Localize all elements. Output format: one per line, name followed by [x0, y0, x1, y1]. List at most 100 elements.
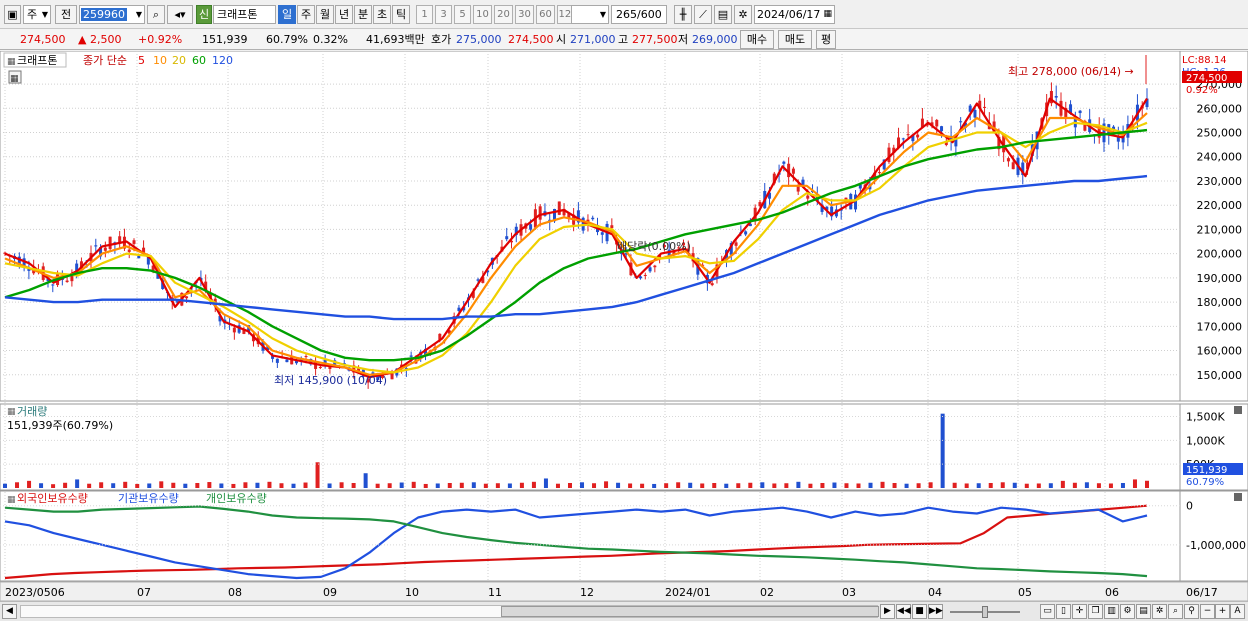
- tab-period-4[interactable]: 분: [354, 5, 372, 24]
- period-type-select[interactable]: 주 ▼: [23, 5, 51, 24]
- tab-period-1[interactable]: 주: [297, 5, 315, 24]
- tab-period-6[interactable]: 틱: [392, 5, 410, 24]
- interval-select[interactable]: ▼: [571, 5, 609, 24]
- chart-icon[interactable]: ▥: [1104, 604, 1119, 619]
- copy-icon[interactable]: ❐: [1088, 604, 1103, 619]
- layout-icon[interactable]: ▭: [1040, 604, 1055, 619]
- candle-body: [653, 265, 657, 268]
- volume-bar: [688, 482, 693, 488]
- tool-icon[interactable]: ⚙: [1120, 604, 1135, 619]
- candle-body: [734, 242, 738, 246]
- settings-icon[interactable]: ✲: [1152, 604, 1167, 619]
- volume-bar: [1132, 479, 1137, 488]
- volume-bar: [483, 483, 488, 488]
- eval-button[interactable]: 평: [816, 30, 836, 49]
- price-tick-label: 150,000: [1197, 369, 1243, 382]
- candle-body: [65, 280, 69, 283]
- current-price-tag-text: 274,500: [1186, 73, 1227, 84]
- candle-body: [94, 245, 98, 247]
- scroll-track[interactable]: [20, 605, 879, 618]
- volume-bar: [832, 482, 837, 488]
- tab-period-0[interactable]: 일: [278, 5, 296, 24]
- volume-bar: [447, 482, 452, 488]
- tick-button-60[interactable]: 60: [536, 5, 555, 24]
- volume-ratio: 60.79%: [266, 33, 308, 46]
- candle-body: [600, 232, 604, 235]
- low-price: 269,000: [692, 33, 738, 46]
- scroll-left-icon[interactable]: ◀: [2, 604, 17, 619]
- volume-bar: [640, 483, 645, 488]
- holding-close-icon[interactable]: [1234, 493, 1242, 501]
- date-field[interactable]: 2024/06/17 ▦: [754, 5, 835, 24]
- stock-name-field[interactable]: 크래프톤: [213, 5, 276, 24]
- tab-period-5[interactable]: 초: [373, 5, 391, 24]
- volume-bar: [1120, 482, 1125, 488]
- volume-bar: [976, 483, 981, 488]
- tick-button-30[interactable]: 30: [515, 5, 534, 24]
- tick-button-20[interactable]: 20: [494, 5, 513, 24]
- volume-bar: [303, 482, 308, 488]
- volume-bar: [1000, 482, 1005, 488]
- volume-bar: [580, 482, 585, 488]
- tab-period-3[interactable]: 년: [335, 5, 353, 24]
- tick-button-5[interactable]: 5: [454, 5, 471, 24]
- volume-bar: [1108, 483, 1113, 488]
- rewind-icon[interactable]: ◀◀: [896, 604, 911, 619]
- zoom-in-icon[interactable]: +: [1215, 604, 1230, 619]
- volume-bar: [1072, 482, 1077, 488]
- gear-icon[interactable]: ✲: [734, 5, 752, 24]
- volume-legend-icon: ▦: [7, 407, 16, 417]
- chart-toolbar: ▣ 주 ▼ 전 259960 ▼ ⌕ ◂▾ 신 크래프톤 일주월년분초틱 1 3 5 10…: [0, 0, 1248, 29]
- font-size-icon[interactable]: A: [1230, 604, 1245, 619]
- price-change: ▲ 2,500: [78, 33, 122, 46]
- tab-period-2[interactable]: 월: [316, 5, 334, 24]
- legend-grid-icon: ▦: [7, 57, 16, 67]
- change-tag: 0.92%: [1186, 85, 1218, 96]
- candle-body: [648, 267, 652, 272]
- x-axis-label: 10: [405, 586, 419, 599]
- candle-body: [1011, 162, 1015, 170]
- scroll-right-icon[interactable]: ▶: [880, 604, 895, 619]
- speaker-icon[interactable]: ◂▾: [167, 5, 193, 24]
- mode-button[interactable]: 전: [55, 5, 77, 24]
- volume-bar: [772, 483, 777, 488]
- scroll-thumb[interactable]: [501, 606, 879, 617]
- window-icon[interactable]: ▣: [4, 5, 21, 24]
- forward-icon[interactable]: ▶▶: [928, 604, 943, 619]
- count-field[interactable]: 265/600: [611, 5, 667, 24]
- tick-button-1[interactable]: 1: [416, 5, 433, 24]
- line-tool-icon[interactable]: ⟋: [694, 5, 712, 24]
- holding-tick-label: 0: [1186, 500, 1193, 513]
- crosshair-icon[interactable]: ✛: [1072, 604, 1087, 619]
- print-icon[interactable]: ▤: [1136, 604, 1151, 619]
- legend-ma-5: 5: [138, 54, 145, 67]
- zoom-icon[interactable]: ⌕: [1168, 604, 1183, 619]
- volume-bar: [712, 482, 717, 488]
- volume-value: 151,939: [202, 33, 248, 46]
- zoom-slider-handle[interactable]: [982, 606, 988, 618]
- candle-body: [710, 283, 714, 286]
- volume-bar: [844, 483, 849, 488]
- tick-button-10[interactable]: 10: [473, 5, 492, 24]
- magnifier-icon[interactable]: ⚲: [1184, 604, 1199, 619]
- legend-ma-label: 종가 단순: [83, 54, 127, 67]
- save-icon[interactable]: ▤: [714, 5, 732, 24]
- volume-bar: [87, 483, 92, 488]
- volume-ratio-tag: 60.79%: [1186, 477, 1224, 488]
- buy-button[interactable]: 매수: [740, 30, 774, 49]
- price-tick-label: 240,000: [1197, 151, 1243, 164]
- candle-body: [185, 296, 189, 299]
- volume-bar: [495, 483, 500, 488]
- price-tick-label: 210,000: [1197, 223, 1243, 236]
- volume-close-icon[interactable]: [1234, 406, 1242, 414]
- sell-button[interactable]: 매도: [778, 30, 812, 49]
- high-label: 고: [618, 33, 629, 46]
- split-icon[interactable]: ▯: [1056, 604, 1071, 619]
- tick-button-3[interactable]: 3: [435, 5, 452, 24]
- candle-icon[interactable]: ╫: [674, 5, 692, 24]
- stop-icon[interactable]: ■: [912, 604, 927, 619]
- stock-code-input[interactable]: 259960 ▼: [79, 5, 145, 24]
- zoom-out-icon[interactable]: −: [1200, 604, 1215, 619]
- volume-bar: [267, 481, 272, 488]
- search-icon[interactable]: ⌕: [147, 5, 165, 24]
